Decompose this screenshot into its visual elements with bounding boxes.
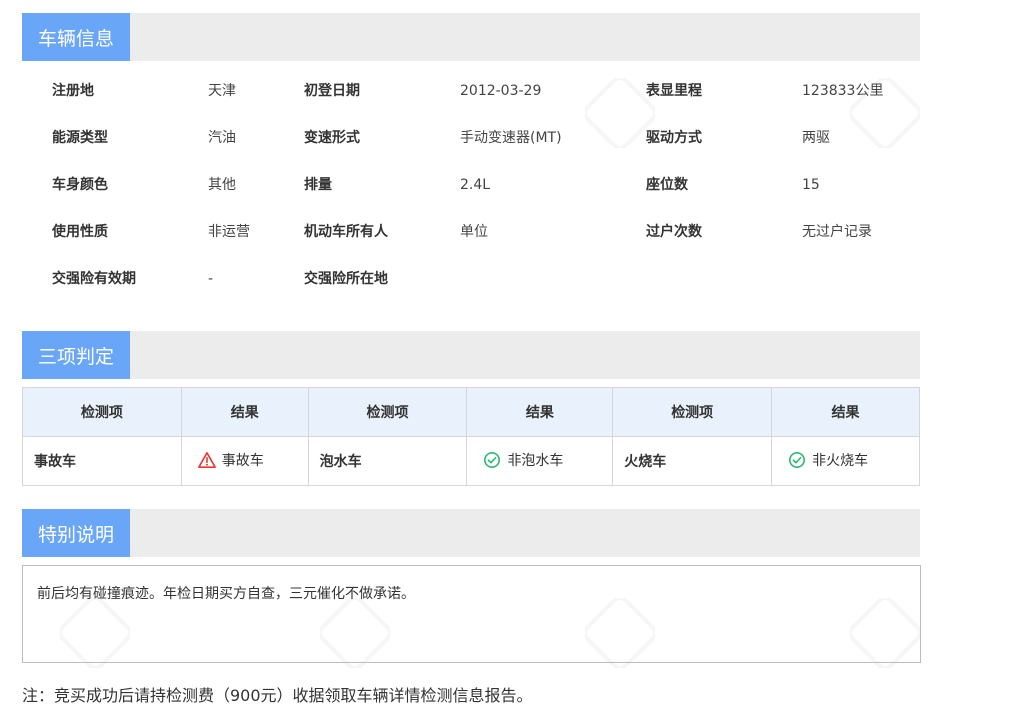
check-result-text: 事故车 — [221, 452, 264, 469]
three-checks-title: 三项判定 — [22, 331, 130, 379]
special-notes-text: 前后均有碰撞痕迹。年检日期买方自查，三元催化不做承诺。 — [37, 586, 415, 602]
column-header: 检测项 — [307, 387, 468, 437]
info-label: 能源类型 — [52, 130, 108, 146]
info-value: 单位 — [460, 224, 488, 240]
warning-icon — [197, 451, 216, 468]
vehicle-info-header: 车辆信息 — [22, 13, 920, 61]
info-row: 交强险有效期 - 交强险所在地 — [52, 267, 922, 291]
info-value: 15 — [802, 177, 820, 193]
check-item: 泡水车 — [307, 436, 468, 486]
info-value: 2012-03-29 — [460, 83, 542, 99]
info-label: 座位数 — [646, 177, 688, 193]
check-circle-icon — [484, 451, 501, 468]
special-notes-header: 特别说明 — [22, 509, 920, 557]
check-result-text: 非泡水车 — [507, 452, 564, 469]
special-notes-title: 特别说明 — [22, 509, 130, 557]
table-row: 事故车 事故车 泡水车 非泡水车 火烧车 非火烧车 — [22, 436, 920, 486]
check-item: 事故车 — [22, 436, 182, 486]
info-value: 汽油 — [208, 130, 236, 146]
info-row: 能源类型 汽油 变速形式 手动变速器(MT) 驱动方式 两驱 — [52, 126, 922, 150]
check-result: 非火烧车 — [771, 436, 920, 486]
column-header: 检测项 — [22, 387, 182, 437]
info-label: 交强险有效期 — [52, 271, 136, 287]
check-result: 非泡水车 — [466, 436, 614, 486]
info-label: 使用性质 — [52, 224, 108, 240]
info-value: 天津 — [208, 83, 236, 99]
info-value: 手动变速器(MT) — [460, 130, 562, 146]
column-header: 结果 — [180, 387, 309, 437]
column-header: 检测项 — [612, 387, 773, 437]
info-label: 交强险所在地 — [304, 271, 388, 287]
column-header: 结果 — [771, 387, 920, 437]
info-row: 注册地 天津 初登日期 2012-03-29 表显里程 123833公里 — [52, 79, 922, 103]
info-value: 无过户记录 — [802, 224, 872, 240]
info-value: 2.4L — [460, 177, 491, 193]
info-value: 123833公里 — [802, 83, 884, 99]
info-label: 车身颜色 — [52, 177, 108, 193]
info-value: - — [208, 271, 214, 287]
info-label: 排量 — [304, 177, 332, 193]
info-label: 变速形式 — [304, 130, 360, 146]
info-label: 过户次数 — [646, 224, 702, 240]
check-result-text: 非火烧车 — [812, 452, 869, 469]
three-checks-header: 三项判定 — [22, 331, 920, 379]
info-label: 初登日期 — [304, 83, 360, 99]
three-checks-table: 检测项 结果 检测项 结果 检测项 结果 事故车 事故车 泡水车 非泡水车 火烧… — [22, 387, 920, 486]
info-row: 车身颜色 其他 排量 2.4L 座位数 15 — [52, 173, 922, 197]
vehicle-info-title: 车辆信息 — [22, 13, 130, 61]
info-value: 两驱 — [802, 130, 830, 146]
info-row: 使用性质 非运营 机动车所有人 单位 过户次数 无过户记录 — [52, 220, 922, 244]
info-label: 表显里程 — [646, 83, 702, 99]
info-value: 其他 — [208, 177, 236, 193]
info-label: 驱动方式 — [646, 130, 702, 146]
check-result: 事故车 — [180, 436, 309, 486]
info-value: 非运营 — [208, 224, 250, 240]
info-label: 注册地 — [52, 83, 94, 99]
info-label: 机动车所有人 — [304, 224, 388, 240]
check-circle-icon — [789, 451, 806, 468]
column-header: 结果 — [466, 387, 614, 437]
footer-note: 注：竞买成功后请持检测费（900元）收据领取车辆详情检测信息报告。 — [22, 686, 533, 705]
table-header-row: 检测项 结果 检测项 结果 检测项 结果 — [22, 387, 920, 437]
check-item: 火烧车 — [612, 436, 773, 486]
special-notes-box: 前后均有碰撞痕迹。年检日期买方自查，三元催化不做承诺。 — [22, 565, 921, 663]
